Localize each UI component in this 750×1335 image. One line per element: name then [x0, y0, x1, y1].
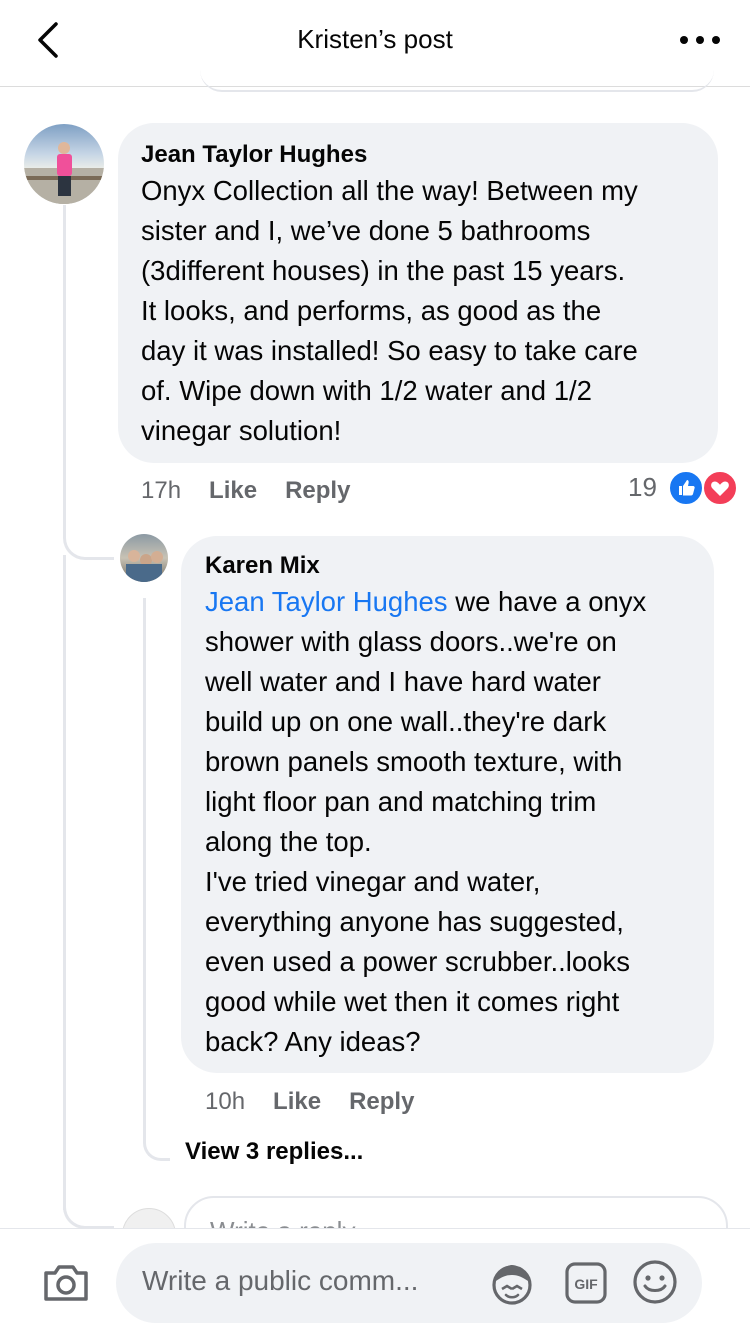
comment-text-first-line: Jean Taylor Hughes we have a onyx	[205, 586, 647, 617]
comment-input[interactable]: Write a public comm... GIF	[116, 1243, 702, 1323]
comment-meta: 17h Like Reply	[141, 477, 350, 505]
thread-line	[63, 555, 66, 1210]
comment-author[interactable]: Karen Mix	[205, 552, 320, 580]
comment-meta: 10h Like Reply	[205, 1088, 414, 1116]
thread-line	[143, 598, 170, 1161]
comment-placeholder: Write a public comm...	[142, 1265, 419, 1296]
thread-line	[63, 205, 114, 560]
gif-label: GIF	[574, 1276, 598, 1292]
love-icon[interactable]	[702, 470, 738, 506]
mention-link[interactable]: Jean Taylor Hughes	[205, 586, 448, 617]
like-button[interactable]: Like	[273, 1088, 321, 1115]
emoji-icon[interactable]	[630, 1257, 680, 1307]
comment-composer: Write a public comm... GIF	[0, 1228, 750, 1335]
avatar-sticker-icon[interactable]	[486, 1257, 538, 1309]
like-icon[interactable]	[668, 470, 704, 506]
comment-timestamp: 17h	[141, 477, 182, 504]
more-options-icon[interactable]	[678, 22, 722, 58]
comment-timestamp: 10h	[205, 1088, 246, 1115]
reaction-count[interactable]: 19	[628, 472, 657, 503]
previous-comment-edge	[200, 66, 714, 92]
thread-line	[63, 1180, 114, 1229]
gif-icon[interactable]: GIF	[564, 1259, 608, 1307]
comment-text: shower with glass doors..we're on well w…	[205, 626, 630, 1057]
view-replies-link[interactable]: View 3 replies...	[185, 1138, 363, 1166]
avatar[interactable]	[120, 534, 168, 582]
reply-button[interactable]: Reply	[285, 477, 350, 504]
avatar[interactable]	[24, 124, 104, 204]
page-title: Kristen’s post	[297, 24, 453, 54]
comment-author[interactable]: Jean Taylor Hughes	[141, 141, 367, 169]
camera-icon[interactable]	[40, 1261, 92, 1305]
like-button[interactable]: Like	[209, 477, 257, 504]
reply-button[interactable]: Reply	[349, 1088, 414, 1115]
comment-text: Onyx Collection all the way! Between my …	[141, 175, 638, 446]
